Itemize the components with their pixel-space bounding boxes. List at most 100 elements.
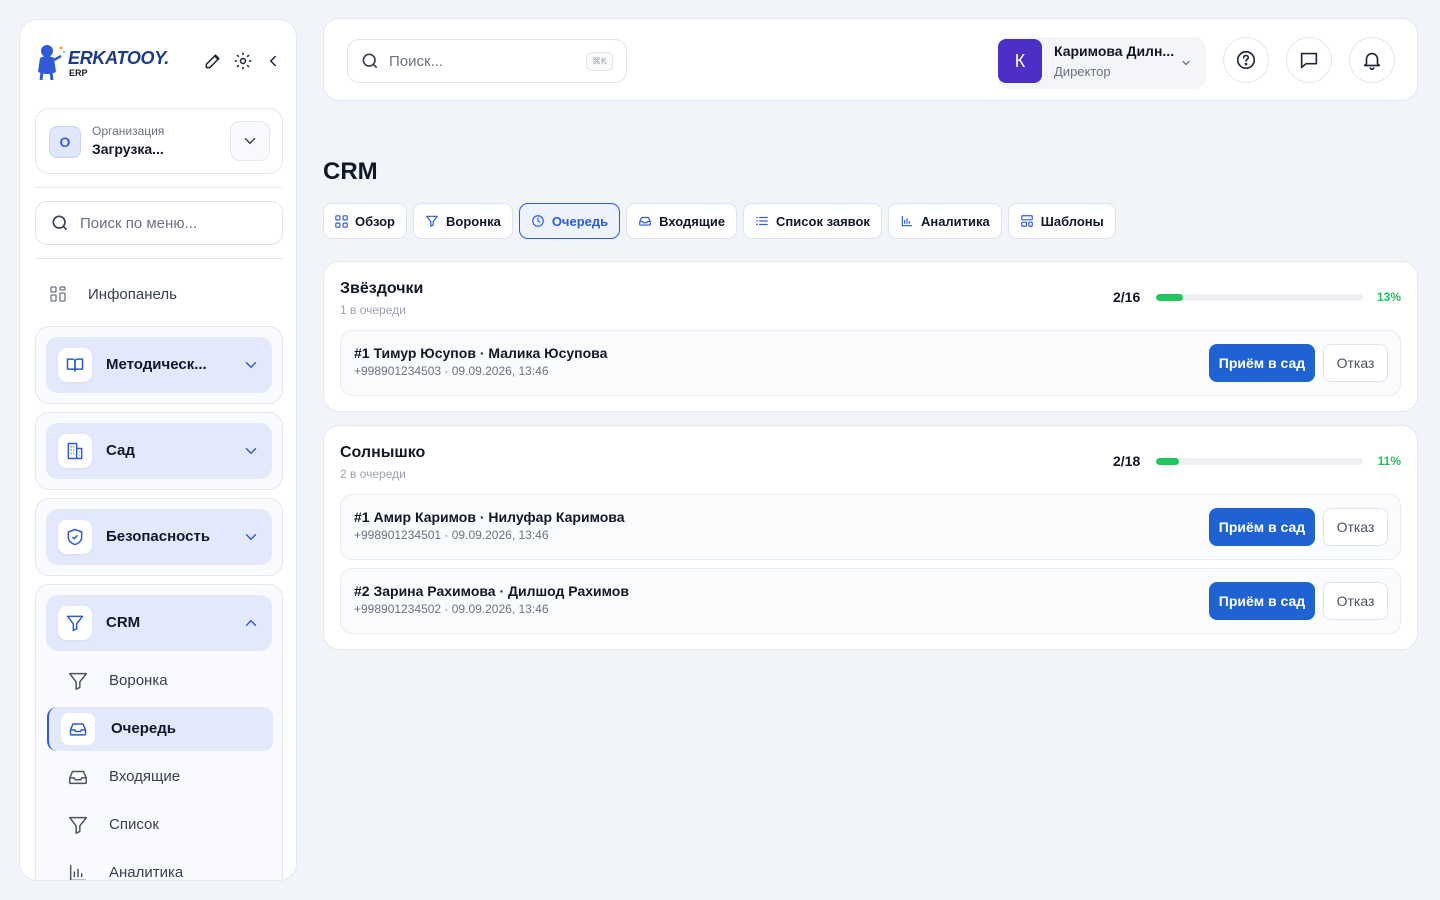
- group-capacity: 2/18: [1113, 453, 1141, 469]
- page-title: CRM: [323, 158, 378, 185]
- sidebar-item-label: Инфопанель: [88, 285, 177, 303]
- group-capacity: 2/16: [1113, 289, 1141, 305]
- sidebar-item-list[interactable]: Список: [47, 803, 273, 847]
- message-icon: [1300, 52, 1318, 69]
- search-icon: [362, 53, 378, 69]
- sidebar-item-label: Список: [109, 816, 159, 833]
- queue-row-title: #2 Зарина Рахимова · Дилшод Рахимов: [354, 583, 629, 599]
- capacity-percent: 13%: [1376, 290, 1401, 304]
- building-icon: [58, 434, 92, 468]
- tab-overview[interactable]: Обзор: [323, 203, 407, 239]
- reject-button[interactable]: Отказ: [1323, 508, 1388, 546]
- crm-tabs: Обзор Воронка Очередь Входящие Список за…: [323, 203, 1116, 239]
- accept-button[interactable]: Приём в сад: [1209, 582, 1315, 620]
- accept-button[interactable]: Приём в сад: [1209, 508, 1315, 546]
- sidebar-group-security: Безопасность: [35, 498, 283, 576]
- queue-row-title: #1 Тимур Юсупов · Малика Юсупова: [354, 345, 608, 361]
- logo-mascot-icon: [38, 45, 65, 81]
- user-name: Каримова Дилн...: [1054, 43, 1175, 59]
- tab-label: Аналитика: [920, 213, 990, 229]
- sidebar-group-label: Сад: [106, 442, 135, 459]
- organization-selector[interactable]: O Организация Загрузка...: [35, 108, 283, 174]
- sidebar-group-toggle[interactable]: Методическ...: [46, 337, 272, 393]
- capacity-progress-fill: [1156, 458, 1179, 465]
- group-name: Звёздочки: [340, 280, 424, 297]
- accept-button[interactable]: Приём в сад: [1209, 344, 1315, 382]
- menu-search[interactable]: [35, 201, 283, 245]
- help-button[interactable]: [1223, 37, 1269, 83]
- tab-label: Шаблоны: [1040, 213, 1104, 229]
- sidebar-item-label: Входящие: [109, 768, 181, 785]
- capacity-progress-bar: [1156, 294, 1363, 301]
- sidebar-group-toggle[interactable]: Сад: [46, 423, 272, 479]
- sidebar-item-label: Очередь: [111, 720, 176, 737]
- org-avatar: O: [49, 126, 81, 158]
- tab-label: Обзор: [355, 213, 395, 229]
- sidebar: ERKATOOY. ERP O Организация Загрузка...: [19, 19, 297, 881]
- tab-funnel[interactable]: Воронка: [413, 203, 513, 239]
- funnel-icon: [58, 606, 92, 640]
- tab-requests-list[interactable]: Список заявок: [743, 203, 882, 239]
- sidebar-group-toggle[interactable]: CRM: [46, 595, 272, 651]
- global-search-input[interactable]: [389, 52, 579, 70]
- tab-label: Список заявок: [776, 213, 870, 229]
- sidebar-item-label: Воронка: [109, 672, 168, 689]
- messages-button[interactable]: [1286, 37, 1332, 83]
- logo-text: ERKATOOY.: [68, 48, 169, 68]
- tab-queue[interactable]: Очередь: [518, 203, 621, 239]
- sidebar-item-incoming[interactable]: Входящие: [47, 755, 273, 799]
- sidebar-group-crm: CRM Воронка Очередь Входящие Список Анал…: [35, 584, 283, 881]
- org-value: Загрузка...: [92, 141, 164, 157]
- funnel-icon: [69, 816, 87, 834]
- book-open-icon: [58, 348, 92, 382]
- sidebar-group-garden: Сад: [35, 412, 283, 490]
- inbox-icon: [69, 770, 87, 785]
- queue-row: #1 Тимур Юсупов · Малика Юсупова +998901…: [340, 330, 1401, 396]
- sidebar-item-funnel[interactable]: Воронка: [47, 659, 273, 703]
- funnel-icon: [69, 672, 87, 690]
- sidebar-group-label: Методическ...: [106, 356, 207, 373]
- global-search[interactable]: ⌘K: [347, 39, 627, 83]
- user-menu[interactable]: К Каримова Дилн... Директор: [998, 37, 1206, 89]
- queue-group-card: Солнышко 2 в очереди 2/18 11% #1 Амир Ка…: [323, 425, 1418, 650]
- notifications-button[interactable]: [1349, 37, 1395, 83]
- queue-row: #1 Амир Каримов · Нилуфар Каримова +9989…: [340, 494, 1401, 560]
- group-name: Солнышко: [340, 444, 426, 461]
- funnel-icon: [426, 215, 438, 227]
- sidebar-group-toggle[interactable]: Безопасность: [46, 509, 272, 565]
- shortcut-hint: ⌘K: [585, 52, 613, 71]
- logo-row: ERKATOOY. ERP: [34, 42, 284, 84]
- sidebar-group-methodical: Методическ...: [35, 326, 283, 404]
- divider: [35, 187, 283, 188]
- reject-button[interactable]: Отказ: [1323, 582, 1388, 620]
- queue-row-title: #1 Амир Каримов · Нилуфар Каримова: [354, 509, 625, 525]
- org-dropdown-button[interactable]: [230, 121, 270, 161]
- inbox-icon: [639, 216, 651, 226]
- tab-templates[interactable]: Шаблоны: [1007, 203, 1116, 239]
- capacity-progress-fill: [1156, 294, 1183, 301]
- chevron-down-icon: [245, 448, 257, 455]
- bell-icon: [1363, 52, 1381, 70]
- queue-group-card: Звёздочки 1 в очереди 2/16 13% #1 Тимур …: [323, 261, 1418, 412]
- edit-icon[interactable]: [202, 50, 224, 72]
- capacity-percent: 11%: [1377, 454, 1401, 468]
- reject-button[interactable]: Отказ: [1323, 344, 1388, 382]
- gear-icon[interactable]: [232, 50, 254, 72]
- group-queue-count: 1 в очереди: [340, 303, 406, 317]
- dashboard-icon: [50, 286, 66, 302]
- sidebar-tools: [202, 50, 284, 72]
- sidebar-item-label: Аналитика: [109, 864, 184, 881]
- shield-check-icon: [58, 520, 92, 554]
- collapse-sidebar-icon[interactable]: [262, 50, 284, 72]
- menu-search-input[interactable]: [80, 214, 260, 232]
- tab-incoming[interactable]: Входящие: [626, 203, 738, 239]
- sidebar-item-analytics[interactable]: Аналитика: [47, 851, 273, 881]
- tab-analytics[interactable]: Аналитика: [887, 203, 1002, 239]
- sidebar-item-dashboard[interactable]: Инфопанель: [50, 282, 177, 306]
- tab-label: Входящие: [659, 213, 726, 229]
- queue-row-meta: +998901234503 · 09.09.2026, 13:46: [354, 364, 549, 378]
- bar-chart-icon: [901, 215, 913, 227]
- sidebar-item-queue[interactable]: Очередь: [47, 707, 273, 751]
- capacity-progress-bar: [1156, 458, 1363, 465]
- queue-row-meta: +998901234501 · 09.09.2026, 13:46: [354, 528, 549, 542]
